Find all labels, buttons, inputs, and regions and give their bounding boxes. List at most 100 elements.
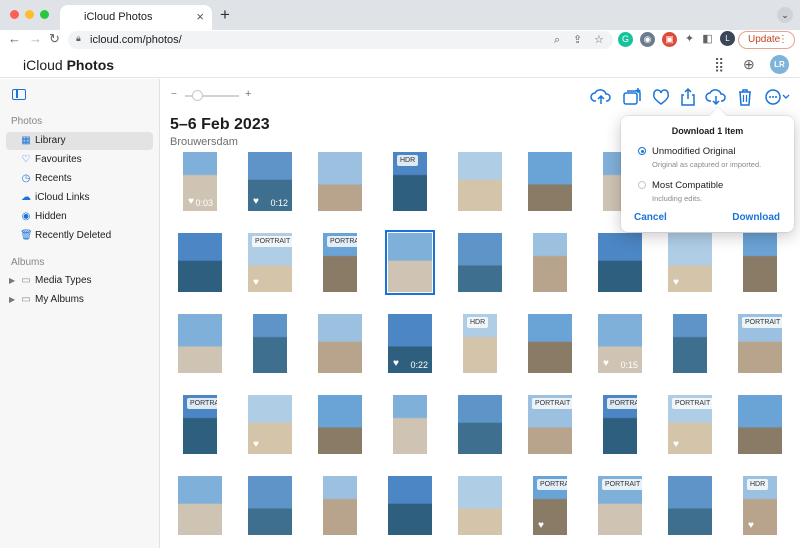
photo-thumbnail[interactable]: PORTRAIT: [528, 395, 572, 454]
photo-image: [248, 476, 292, 535]
photo-thumbnail[interactable]: PORTRAIT ♥: [248, 233, 292, 292]
zoom-in-icon[interactable]: +: [245, 88, 251, 101]
sidebar-item-recents[interactable]: ◷ Recents: [6, 170, 153, 188]
photo-thumbnail[interactable]: ♥: [668, 233, 712, 292]
photo-thumbnail[interactable]: ♥ 0:12: [248, 152, 292, 211]
photo-thumbnail[interactable]: [248, 476, 292, 535]
tab-search-chevron-icon[interactable]: ⌄: [777, 7, 793, 23]
download-cloud-icon[interactable]: [705, 87, 727, 107]
photo-thumbnail[interactable]: [458, 476, 502, 535]
close-window-button[interactable]: [10, 10, 19, 19]
zoom-slider-handle[interactable]: [192, 90, 203, 101]
sidebar-item-media-types[interactable]: ▶ ▭ Media Types: [6, 272, 153, 290]
tab-close-icon[interactable]: ×: [196, 9, 204, 25]
photo-thumbnail[interactable]: [393, 395, 427, 454]
sidebar-item-my-albums[interactable]: ▶ ▭ My Albums: [6, 291, 153, 309]
photo-thumbnail[interactable]: [178, 314, 222, 373]
delete-trash-icon[interactable]: [734, 87, 756, 107]
photo-thumbnail[interactable]: HDR: [463, 314, 497, 373]
photo-thumbnail[interactable]: HDR: [393, 152, 427, 211]
photo-thumbnail[interactable]: ♥: [248, 395, 292, 454]
photo-thumbnail[interactable]: PORTRAIT: [183, 395, 217, 454]
photo-thumbnail[interactable]: PORTRAIT: [738, 314, 782, 373]
account-avatar[interactable]: LR: [770, 55, 789, 74]
photo-thumbnail[interactable]: HDR ♥: [743, 476, 777, 535]
photo-thumbnail[interactable]: [178, 476, 222, 535]
photo-thumbnail[interactable]: ♥ 0:15: [598, 314, 642, 373]
photo-thumbnail[interactable]: [743, 233, 777, 292]
photo-thumbnail[interactable]: [318, 395, 362, 454]
photo-thumbnail[interactable]: [318, 314, 362, 373]
photo-thumbnail[interactable]: [533, 233, 567, 292]
photo-thumbnail[interactable]: PORTRAIT ♥: [533, 476, 567, 535]
share-icon[interactable]: [677, 87, 699, 107]
sidebar-toggle-icon[interactable]: [12, 89, 26, 100]
photo-thumbnail[interactable]: [388, 476, 432, 535]
share-icon[interactable]: ⇪: [573, 32, 582, 48]
unmodified-original-radio[interactable]: [638, 147, 646, 155]
most-compatible-label[interactable]: Most Compatible: [652, 180, 723, 191]
red-extension-icon[interactable]: ▣: [662, 32, 677, 47]
app-title[interactable]: iCloud Photos: [23, 56, 114, 74]
browser-tab[interactable]: iCloud Photos ×: [60, 5, 212, 30]
photo-thumbnail[interactable]: [458, 233, 502, 292]
photo-thumbnail[interactable]: [738, 395, 782, 454]
back-arrow-icon[interactable]: ←: [8, 30, 21, 48]
photo-thumbnail[interactable]: [673, 314, 707, 373]
zoom-slider[interactable]: − +: [171, 88, 251, 103]
reload-icon[interactable]: ↻: [49, 30, 60, 48]
forward-arrow-icon[interactable]: →: [29, 30, 42, 48]
photo-thumbnail[interactable]: [528, 314, 572, 373]
chevron-right-icon[interactable]: ▶: [9, 275, 15, 287]
sidebar-item-favourites[interactable]: ♡ Favourites: [6, 151, 153, 169]
most-compatible-radio[interactable]: [638, 181, 646, 189]
photo-image: [458, 233, 502, 292]
photo-thumbnail[interactable]: PORTRAIT ♥: [668, 395, 712, 454]
sidebar-item-hidden[interactable]: ◉ Hidden: [6, 208, 153, 226]
photo-thumbnail[interactable]: PORTRAIT: [603, 395, 637, 454]
photo-thumbnail[interactable]: [668, 476, 712, 535]
photo-thumbnail[interactable]: [385, 230, 435, 295]
moment-location[interactable]: Brouwersdam: [170, 135, 238, 149]
photo-thumbnail[interactable]: [178, 233, 222, 292]
zoom-search-icon[interactable]: ⌕: [554, 32, 560, 48]
add-to-album-icon[interactable]: [621, 87, 643, 107]
address-bar[interactable]: 🔒︎ icloud.com/photos/ ⌕ ⇪ ☆: [68, 31, 613, 49]
minimize-window-button[interactable]: [25, 10, 34, 19]
download-button[interactable]: Download: [732, 212, 780, 224]
chevron-right-icon[interactable]: ▶: [9, 294, 15, 306]
upload-cloud-icon[interactable]: [590, 87, 612, 107]
browser-profile-avatar[interactable]: L: [720, 31, 735, 46]
sidebar-item-icloud-links[interactable]: ☁ iCloud Links: [6, 189, 153, 207]
cancel-button[interactable]: Cancel: [634, 212, 667, 224]
app-grid-icon[interactable]: ⣿: [714, 55, 724, 73]
photo-thumbnail[interactable]: [528, 152, 572, 211]
side-panel-icon[interactable]: ◧: [700, 32, 715, 47]
photo-thumbnail[interactable]: PORTRAIT: [598, 476, 642, 535]
new-tab-button[interactable]: +: [220, 6, 230, 24]
favourite-heart-icon[interactable]: [650, 87, 672, 107]
photo-thumbnail[interactable]: [458, 395, 502, 454]
extension-badge-icon[interactable]: ◉: [640, 32, 655, 47]
photo-thumbnail[interactable]: [458, 152, 502, 211]
sidebar-item-library[interactable]: ▦ Library: [6, 132, 153, 150]
sidebar-item-recently-deleted[interactable]: 🗑︎ Recently Deleted: [6, 227, 153, 245]
unmodified-original-label[interactable]: Unmodified Original: [652, 146, 735, 157]
bookmark-star-icon[interactable]: ☆: [594, 32, 604, 48]
photo-thumbnail[interactable]: [253, 314, 287, 373]
puzzle-extensions-icon[interactable]: ✦: [682, 32, 697, 47]
sidebar-item-label: Media Types: [35, 275, 92, 286]
zoom-window-button[interactable]: [40, 10, 49, 19]
photo-thumbnail[interactable]: [598, 233, 642, 292]
photo-thumbnail[interactable]: ♥ 0:03: [183, 152, 217, 211]
photo-thumbnail[interactable]: [323, 476, 357, 535]
photo-thumbnail[interactable]: [318, 152, 362, 211]
more-options-icon[interactable]: [763, 87, 791, 107]
zoom-out-icon[interactable]: −: [171, 89, 177, 101]
address-url[interactable]: icloud.com/photos/: [90, 33, 182, 47]
grammarly-extension-icon[interactable]: G: [618, 32, 633, 47]
photo-thumbnail[interactable]: PORTRAIT: [323, 233, 357, 292]
photo-thumbnail[interactable]: ♥ 0:22: [388, 314, 432, 373]
add-circle-icon[interactable]: ⊕: [743, 55, 755, 73]
update-browser-button[interactable]: Update ⋮: [738, 31, 795, 49]
